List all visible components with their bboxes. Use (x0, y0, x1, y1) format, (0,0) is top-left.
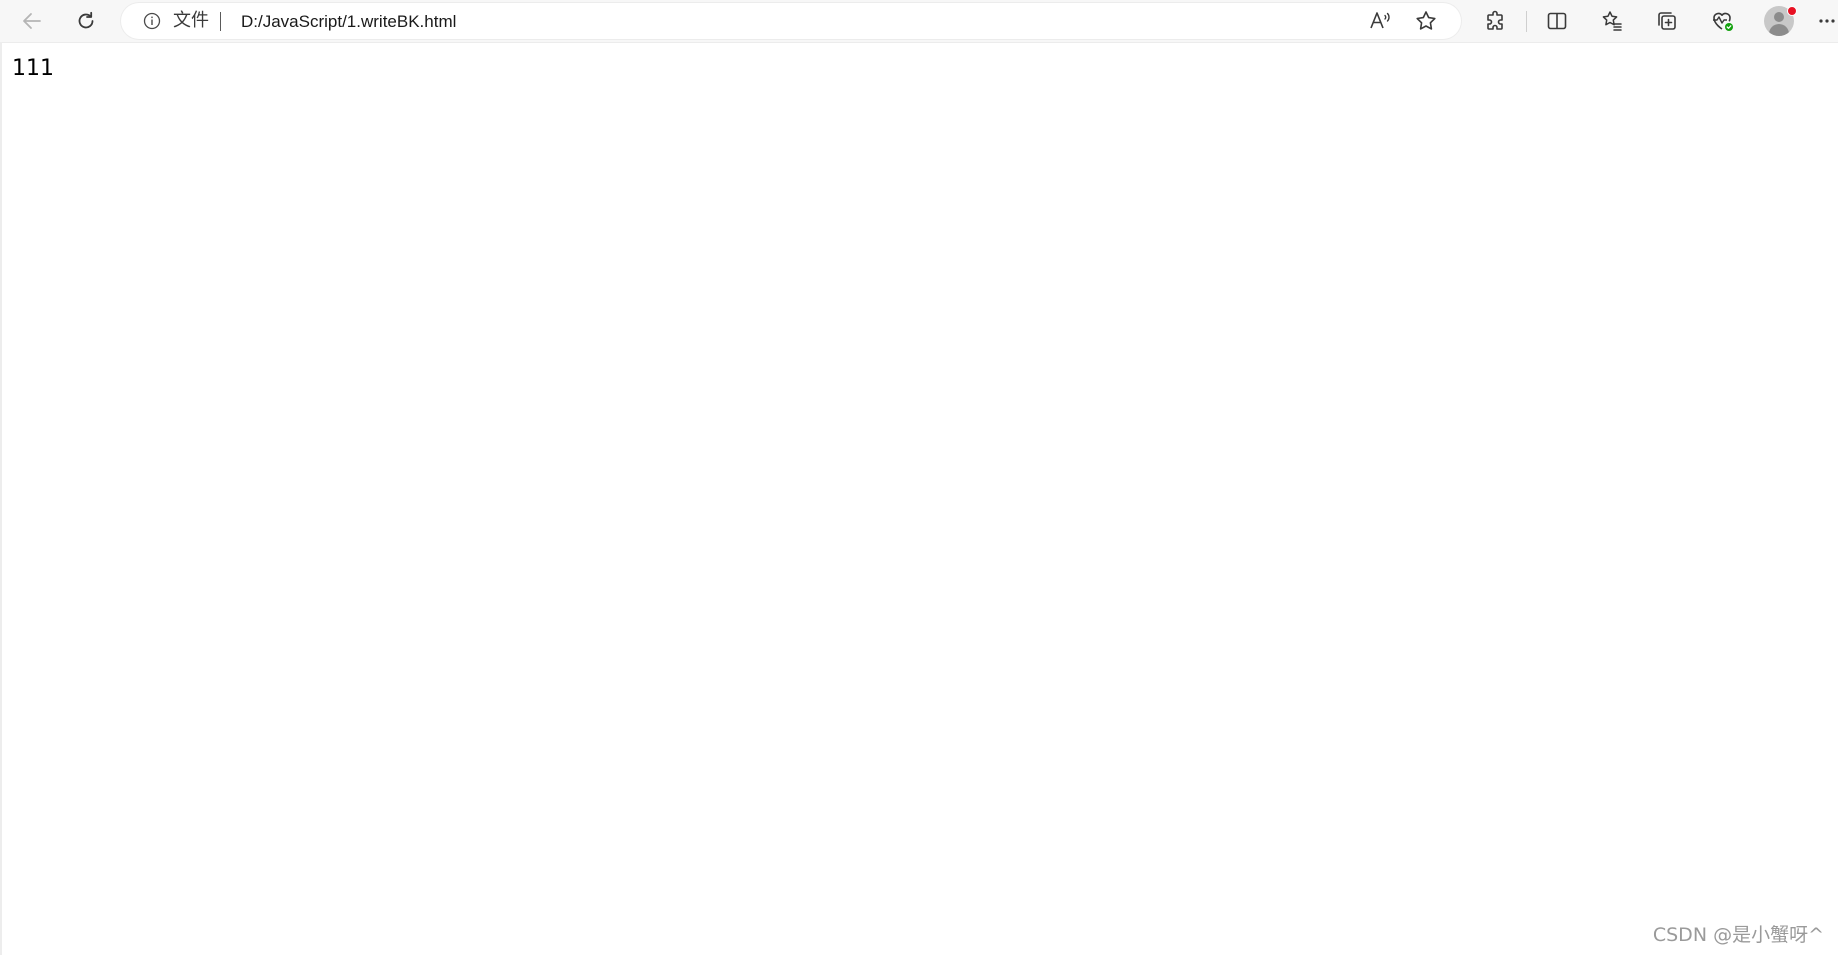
refresh-icon (78, 11, 94, 29)
toolbar-bottom-border (0, 42, 1838, 43)
window-left-edge (0, 42, 2, 955)
more-icon (1819, 19, 1835, 23)
address-divider (220, 12, 221, 31)
toolbar-separator (1526, 11, 1527, 32)
puzzle-icon (1487, 10, 1503, 30)
avatar-body (1769, 24, 1789, 36)
star-icon (1416, 11, 1436, 30)
favorite-button[interactable] (1414, 9, 1438, 33)
browser-essentials-button[interactable] (1706, 5, 1738, 37)
back-arrow-icon (23, 13, 41, 29)
heart-pulse-icon (1713, 12, 1733, 31)
more-button[interactable] (1816, 5, 1838, 37)
url-text[interactable]: D:/JavaScript/1.writeBK.html (241, 12, 456, 31)
read-aloud-button[interactable] (1368, 9, 1392, 33)
favorites-list-icon (1602, 11, 1622, 31)
watermark-text: CSDN @是小蟹呀^ (1652, 924, 1824, 946)
browser-toolbar: 文件 D:/JavaScript/1.writeBK.html (0, 0, 1838, 42)
extensions-button[interactable] (1480, 5, 1512, 37)
read-aloud-icon (1370, 12, 1390, 29)
split-screen-button[interactable] (1541, 5, 1573, 37)
address-bar[interactable]: 文件 D:/JavaScript/1.writeBK.html (121, 3, 1461, 39)
back-button[interactable] (16, 5, 48, 37)
avatar-head (1774, 12, 1784, 22)
page-body-text: 111 (12, 56, 54, 81)
info-icon[interactable] (143, 12, 161, 30)
notification-dot (1787, 6, 1797, 16)
refresh-button[interactable] (70, 5, 102, 37)
split-screen-icon (1547, 12, 1567, 30)
collections-button[interactable] (1651, 5, 1683, 37)
collections-icon (1658, 12, 1676, 30)
site-info-label[interactable]: 文件 (173, 12, 209, 30)
favorites-button[interactable] (1596, 5, 1628, 37)
